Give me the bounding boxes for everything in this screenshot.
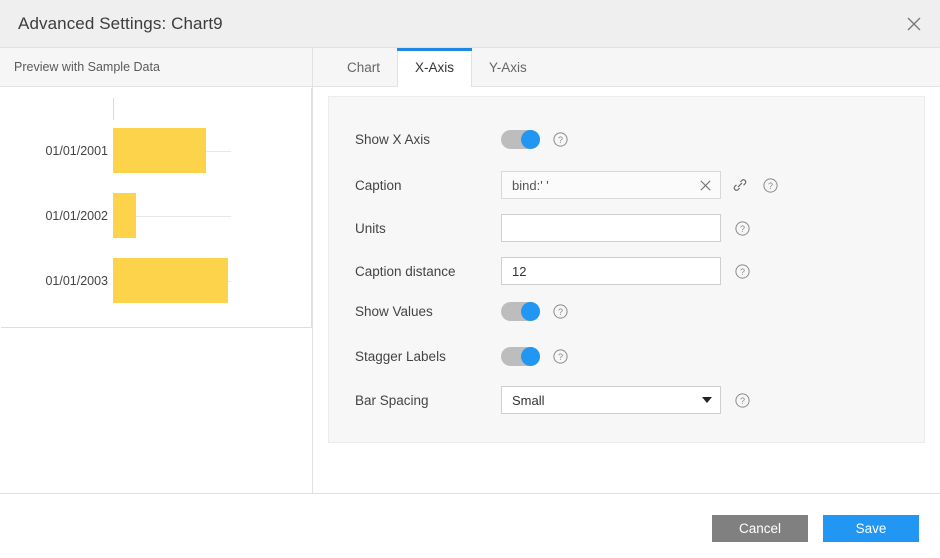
units-label: Units <box>355 221 386 236</box>
show-values-toggle[interactable] <box>501 302 540 321</box>
caption-distance-input[interactable]: 12 <box>501 257 721 285</box>
chevron-down-icon <box>702 397 712 403</box>
tab-x-axis-label: X-Axis <box>415 60 454 75</box>
stagger-labels-toggle[interactable] <box>501 347 540 366</box>
show-values-label: Show Values <box>355 304 433 319</box>
caption-label: Caption <box>355 178 402 193</box>
cancel-button[interactable]: Cancel <box>712 515 808 542</box>
tab-chart-label: Chart <box>347 60 380 75</box>
help-icon[interactable]: ? <box>553 132 568 147</box>
chart-bar-row: 01/01/2003 <box>1 258 311 303</box>
tab-y-axis-label: Y-Axis <box>489 60 527 75</box>
tab-y-axis[interactable]: Y-Axis <box>472 48 544 87</box>
stagger-labels-label: Stagger Labels <box>355 349 446 364</box>
chart-plot-area: 01/01/2001 01/01/2002 01/01/2003 <box>1 88 311 327</box>
help-icon[interactable]: ? <box>553 304 568 319</box>
preview-label: Preview with Sample Data <box>14 60 160 74</box>
help-icon[interactable]: ? <box>735 221 750 236</box>
caption-distance-label: Caption distance <box>355 264 456 279</box>
toggle-knob <box>521 347 540 366</box>
row-show-values: Show Values ? <box>329 296 924 326</box>
preview-pane: 01/01/2001 01/01/2002 01/01/2003 <box>0 87 313 493</box>
chart-bar-row: 01/01/2001 <box>1 128 311 173</box>
chart-bar-row: 01/01/2002 <box>1 193 311 238</box>
row-stagger-labels: Stagger Labels ? <box>329 341 924 371</box>
svg-text:?: ? <box>558 307 563 317</box>
show-x-axis-toggle[interactable] <box>501 130 540 149</box>
help-icon[interactable]: ? <box>763 178 778 193</box>
row-caption: Caption bind:' ' <box>329 170 924 200</box>
caption-distance-value: 12 <box>512 264 712 279</box>
row-show-x-axis: Show X Axis ? <box>329 124 924 154</box>
chart-axis-line <box>113 98 114 120</box>
bar-spacing-value: Small <box>512 393 545 408</box>
settings-pane: Show X Axis ? Caption bind:' ' <box>313 87 940 493</box>
help-icon[interactable]: ? <box>735 264 750 279</box>
clear-icon[interactable] <box>698 178 712 192</box>
chart-category-label: 01/01/2002 <box>45 209 108 223</box>
chart-bar <box>113 193 136 238</box>
tab-x-axis[interactable]: X-Axis <box>397 48 472 87</box>
tab-chart[interactable]: Chart <box>330 48 397 87</box>
svg-text:?: ? <box>740 224 745 234</box>
chart-category-label: 01/01/2003 <box>45 274 108 288</box>
units-input[interactable] <box>501 214 721 242</box>
link-icon[interactable] <box>732 177 748 193</box>
caption-input[interactable]: bind:' ' <box>501 171 721 199</box>
caption-input-value: bind:' ' <box>512 178 698 193</box>
row-bar-spacing: Bar Spacing Small ? <box>329 385 924 415</box>
chart-bar <box>113 128 206 173</box>
svg-text:?: ? <box>558 352 563 362</box>
subheader-divider <box>312 48 313 87</box>
bar-spacing-select[interactable]: Small <box>501 386 721 414</box>
row-caption-distance: Caption distance 12 ? <box>329 256 924 286</box>
show-x-axis-label: Show X Axis <box>355 132 430 147</box>
row-units: Units ? <box>329 213 924 243</box>
dialog-titlebar: Advanced Settings: Chart9 <box>0 0 940 48</box>
toggle-knob <box>521 130 540 149</box>
chart-preview: 01/01/2001 01/01/2002 01/01/2003 <box>1 88 312 328</box>
svg-text:?: ? <box>740 396 745 406</box>
page-title: Advanced Settings: Chart9 <box>18 14 223 34</box>
dialog-footer: Cancel Save <box>0 494 940 558</box>
help-icon[interactable]: ? <box>553 349 568 364</box>
help-icon[interactable]: ? <box>735 393 750 408</box>
save-button[interactable]: Save <box>823 515 919 542</box>
svg-text:?: ? <box>558 135 563 145</box>
bar-spacing-label: Bar Spacing <box>355 393 429 408</box>
svg-text:?: ? <box>768 181 773 191</box>
toggle-knob <box>521 302 540 321</box>
close-icon[interactable] <box>898 8 930 40</box>
svg-text:?: ? <box>740 267 745 277</box>
tab-bar: Chart X-Axis Y-Axis <box>330 48 544 87</box>
chart-category-label: 01/01/2001 <box>45 144 108 158</box>
chart-bar <box>113 258 228 303</box>
advanced-settings-dialog: Advanced Settings: Chart9 Preview with S… <box>0 0 940 558</box>
settings-card: Show X Axis ? Caption bind:' ' <box>328 96 925 443</box>
